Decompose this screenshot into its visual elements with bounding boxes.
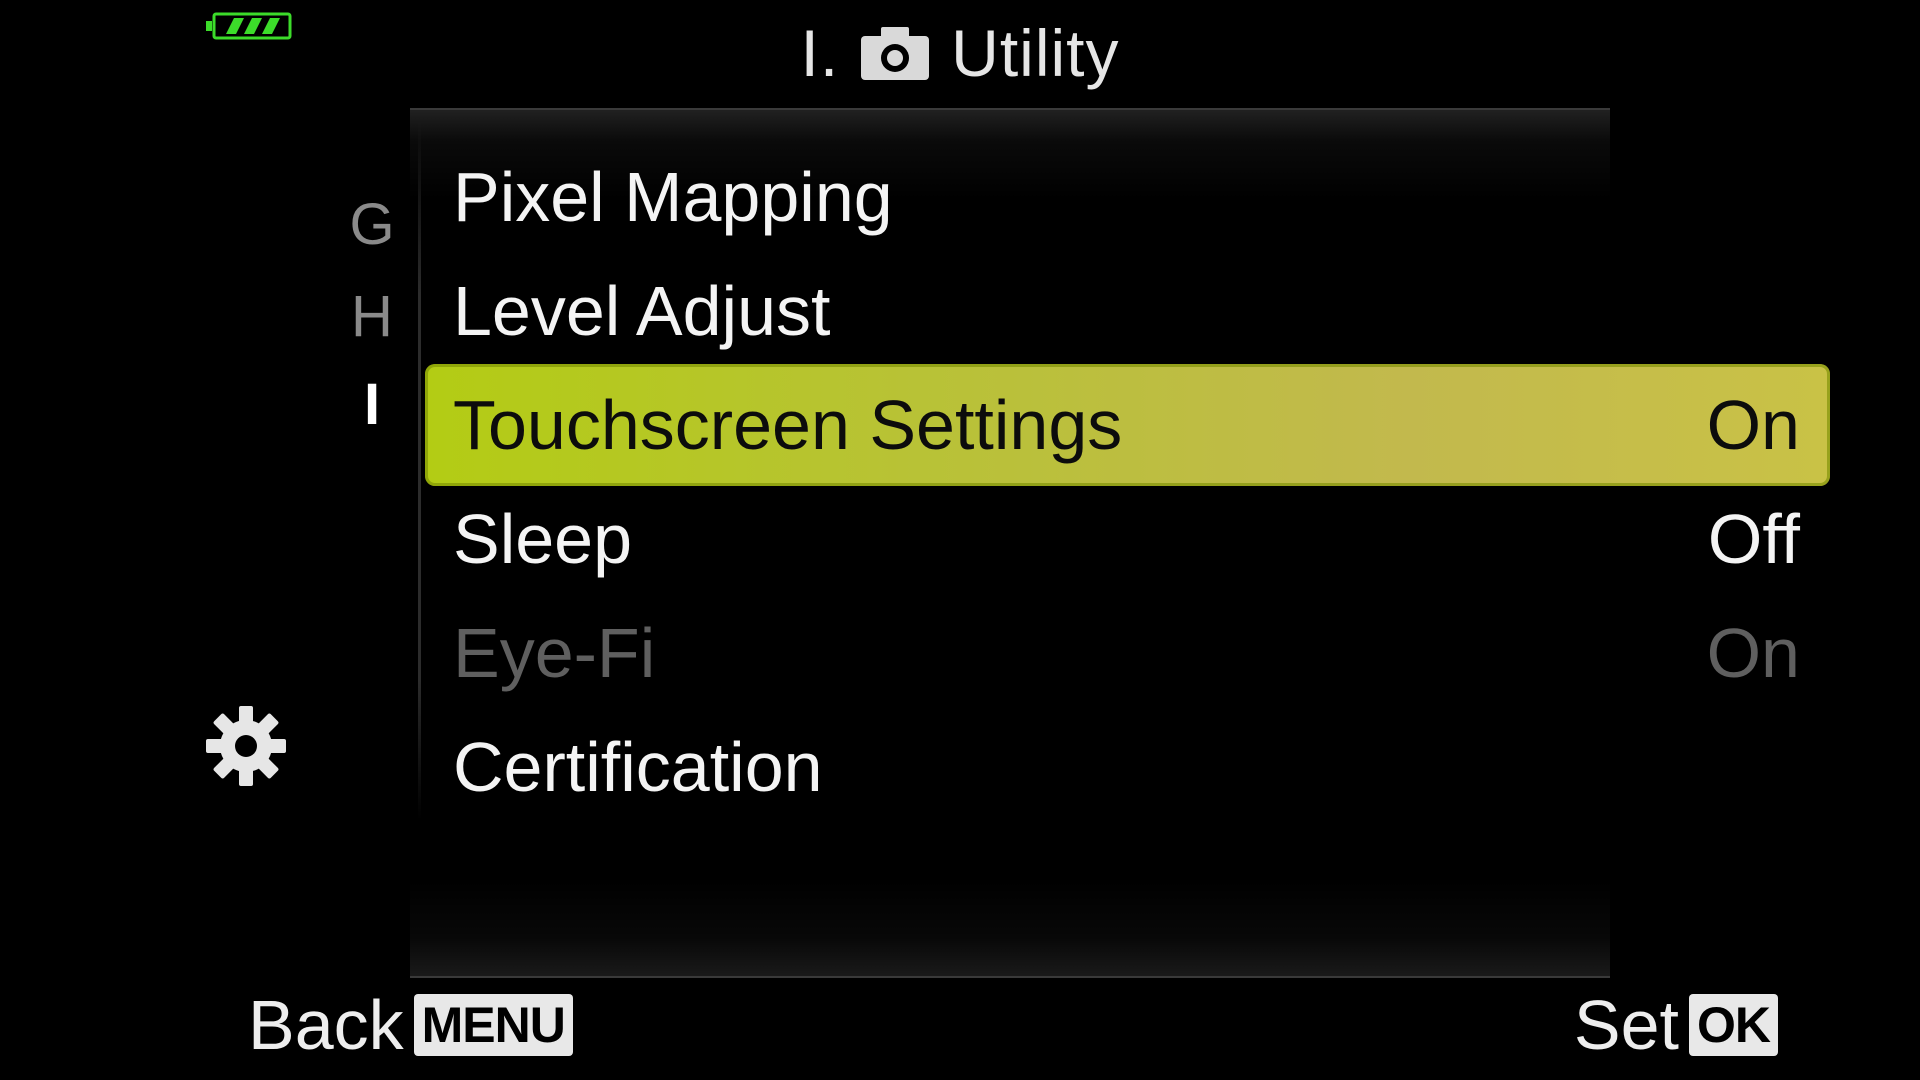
camera-menu-screen: I. Utility G H I Pixel Mapping Level Adj… — [0, 0, 1920, 1080]
menu-header: I. Utility — [0, 8, 1920, 98]
menu-item-label: Certification — [453, 728, 823, 806]
camera-icon — [861, 27, 930, 80]
back-button[interactable]: Back MENU — [248, 990, 573, 1060]
page-title: Utility — [951, 16, 1120, 90]
tab-h[interactable]: H — [344, 288, 400, 346]
menu-item-level-adjust[interactable]: Level Adjust — [425, 254, 1830, 368]
menu-item-eye-fi: Eye-Fi On — [425, 596, 1830, 710]
menu-gutter-divider — [418, 120, 421, 820]
menu-item-certification[interactable]: Certification — [425, 710, 1830, 824]
menu-item-value: On — [1706, 386, 1800, 464]
footer-divider — [410, 880, 1610, 978]
ok-key-badge: OK — [1689, 994, 1778, 1056]
menu-item-label: Sleep — [453, 500, 633, 578]
back-label: Back — [248, 986, 404, 1064]
menu-key-badge: MENU — [413, 994, 573, 1056]
section-prefix: I. — [800, 16, 840, 90]
menu-item-label: Eye-Fi — [453, 614, 656, 692]
menu-item-value: Off — [1707, 500, 1800, 578]
gear-icon[interactable] — [204, 704, 288, 788]
tab-g[interactable]: G — [344, 196, 400, 254]
menu-item-sleep[interactable]: Sleep Off — [425, 482, 1830, 596]
menu-item-label: Touchscreen Settings — [453, 386, 1123, 464]
menu-item-touchscreen-settings[interactable]: Touchscreen Settings On — [425, 364, 1830, 486]
set-label: Set — [1573, 986, 1679, 1064]
menu-item-value: On — [1706, 614, 1800, 692]
set-button[interactable]: Set OK — [1574, 990, 1778, 1060]
menu-item-pixel-mapping[interactable]: Pixel Mapping — [425, 140, 1830, 254]
menu-item-label: Level Adjust — [453, 272, 831, 350]
utility-menu-list: Pixel Mapping Level Adjust Touchscreen S… — [425, 140, 1830, 824]
tab-i[interactable]: I — [344, 376, 400, 434]
menu-item-label: Pixel Mapping — [453, 158, 893, 236]
